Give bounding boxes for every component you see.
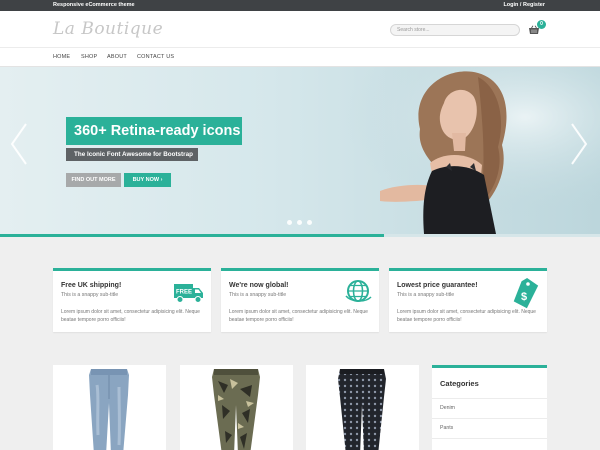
categories-title: Categories: [440, 379, 479, 388]
hero-slider: 360+ Retina-ready icons The Iconic Font …: [0, 67, 600, 234]
feature-text: Lorem ipsum dolor sit amet, consectetur …: [229, 309, 368, 323]
tagline: Responsive eCommerce theme: [53, 2, 135, 8]
login-register-link[interactable]: Login / Register: [503, 1, 545, 10]
nav-item-shop[interactable]: SHOP: [81, 54, 97, 60]
chevron-right-icon: ›: [160, 177, 163, 183]
main-nav: HOME SHOP ABOUT CONTACT US: [0, 47, 600, 67]
feature-subtitle: This is a snappy sub-title: [397, 292, 455, 298]
slider-next-arrow-icon[interactable]: [570, 122, 590, 166]
product-image-camo-pants: [212, 369, 260, 450]
buy-now-label: BUY NOW: [132, 177, 160, 183]
price-tag-icon: $: [513, 278, 539, 309]
slider-dot[interactable]: [307, 220, 312, 225]
feature-title: We're now global!: [229, 282, 289, 289]
slider-progress-fill: [0, 234, 384, 237]
feature-box-global: We're now global! This is a snappy sub-t…: [221, 268, 379, 332]
divider: [432, 398, 547, 399]
feature-box-price: Lowest price guarantee! This is a snappy…: [389, 268, 547, 332]
globe-icon: [345, 280, 372, 302]
cart-count-badge: 0: [537, 20, 546, 29]
product-card[interactable]: [306, 365, 419, 450]
category-item-denim[interactable]: Denim: [440, 405, 455, 411]
feature-subtitle: This is a snappy sub-title: [229, 292, 287, 298]
search-input[interactable]: [390, 24, 520, 36]
product-image-patterned-trousers: [338, 369, 386, 450]
buy-now-button[interactable]: BUY NOW ›: [124, 173, 171, 187]
feature-title: Free UK shipping!: [61, 282, 122, 289]
slider-dot[interactable]: [297, 220, 302, 225]
feature-text: Lorem ipsum dolor sit amet, consectetur …: [397, 309, 536, 323]
divider: [432, 438, 547, 439]
product-image-jeans-acid-wash: [89, 369, 129, 450]
product-card[interactable]: [53, 365, 166, 450]
truck-icon: FREE: [174, 284, 203, 303]
svg-text:FREE: FREE: [176, 290, 192, 296]
categories-widget: Categories Denim Pants: [432, 365, 547, 450]
svg-text:$: $: [521, 291, 527, 303]
nav-item-contact[interactable]: CONTACT US: [137, 54, 174, 60]
header: La Boutique 0: [0, 11, 600, 47]
product-card[interactable]: [180, 365, 293, 450]
feature-box-shipping: Free UK shipping! This is a snappy sub-t…: [53, 268, 211, 332]
hero-subtitle: The Iconic Font Awesome for Bootstrap: [66, 148, 198, 161]
slider-progress-bar: [0, 234, 600, 237]
slider-prev-arrow-icon[interactable]: [8, 122, 28, 166]
hero-title: 360+ Retina-ready icons: [66, 117, 242, 145]
feature-subtitle: This is a snappy sub-title: [61, 292, 119, 298]
find-out-more-button[interactable]: FIND OUT MORE: [66, 173, 121, 187]
feature-title: Lowest price guarantee!: [397, 282, 478, 289]
top-bar: Responsive eCommerce theme Login / Regis…: [0, 0, 600, 11]
logo[interactable]: La Boutique: [53, 19, 163, 39]
divider: [432, 418, 547, 419]
feature-text: Lorem ipsum dolor sit amet, consectetur …: [61, 309, 200, 323]
nav-item-home[interactable]: HOME: [53, 54, 70, 60]
slider-dot[interactable]: [287, 220, 292, 225]
category-item-pants[interactable]: Pants: [440, 425, 453, 431]
nav-item-about[interactable]: ABOUT: [107, 54, 127, 60]
